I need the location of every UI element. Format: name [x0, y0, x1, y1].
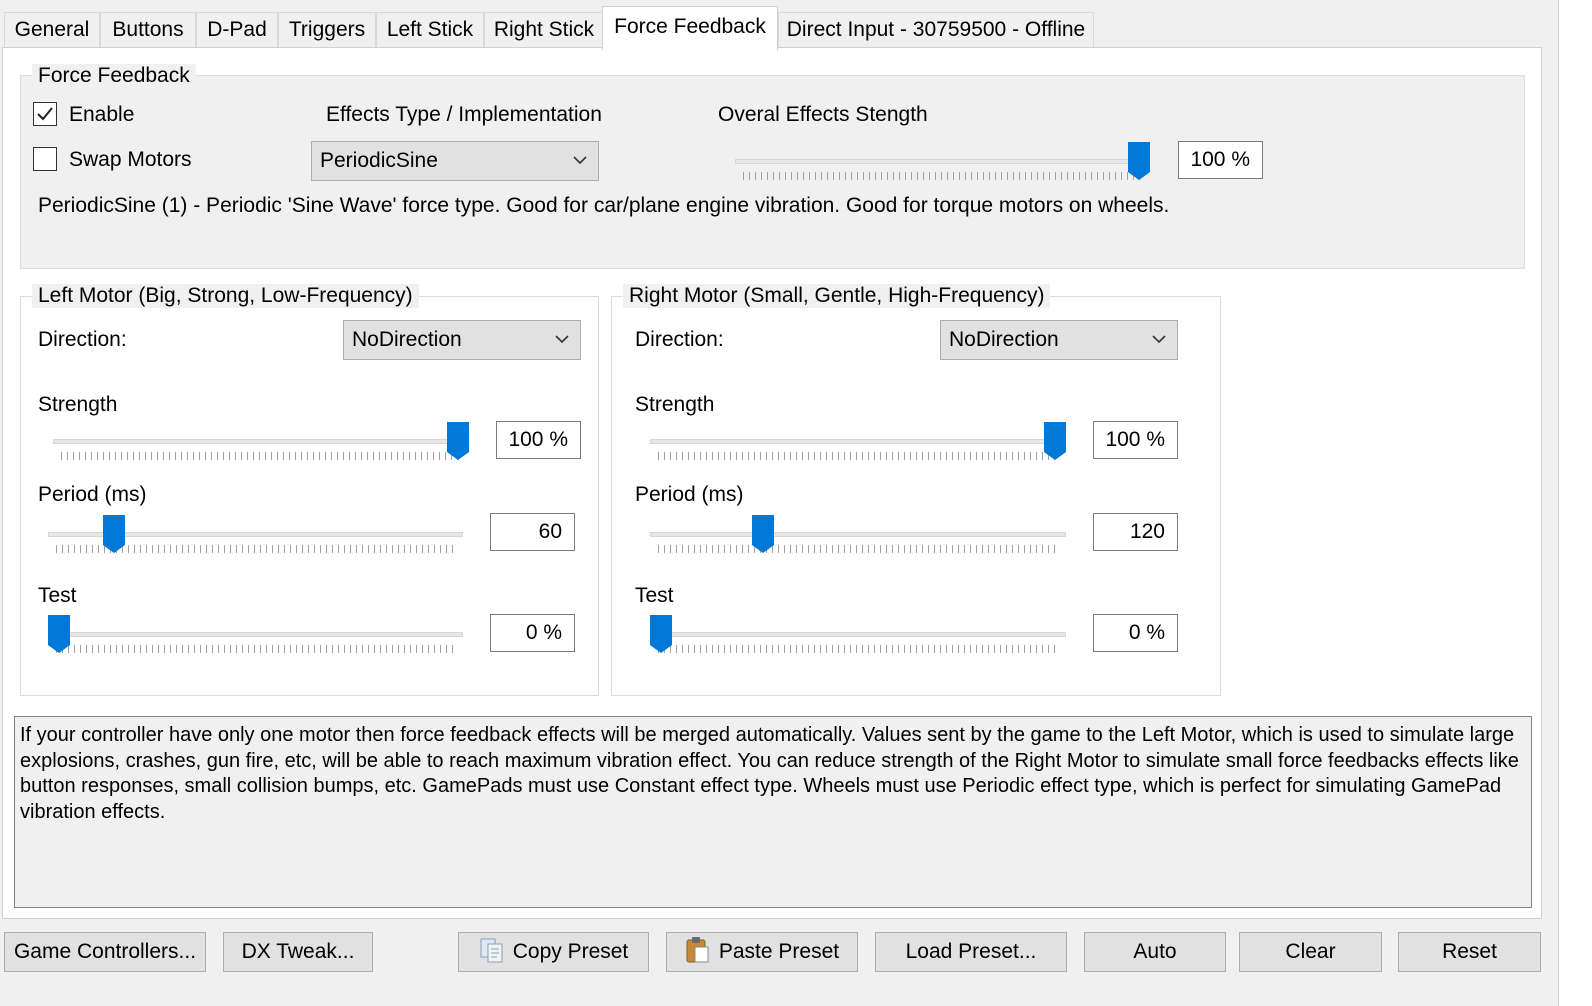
help-textbox[interactable]: If your controller have only one motor t…	[14, 716, 1532, 908]
left-strength-label: Strength	[38, 393, 118, 416]
paste-preset-label: Paste Preset	[718, 940, 840, 963]
effect-description: PeriodicSine (1) - Periodic 'Sine Wave' …	[38, 194, 1170, 217]
right-strength-value[interactable]: 100 %	[1093, 421, 1178, 459]
right-test-label: Test	[635, 584, 674, 607]
copy-preset-label: Copy Preset	[512, 940, 629, 963]
reset-button[interactable]: Reset	[1398, 932, 1541, 972]
left-direction-value: NoDirection	[352, 328, 462, 351]
tab-right-stick[interactable]: Right Stick	[484, 12, 604, 48]
check-icon	[37, 107, 53, 121]
left-period-value[interactable]: 60	[490, 513, 575, 551]
slider-thumb[interactable]	[1044, 422, 1066, 460]
auto-button[interactable]: Auto	[1084, 932, 1226, 972]
overall-strength-slider[interactable]	[735, 142, 1150, 186]
copy-icon	[480, 938, 503, 963]
left-period-slider[interactable]	[48, 515, 463, 559]
force-feedback-group-title: Force Feedback	[32, 64, 196, 88]
right-period-value[interactable]: 120	[1093, 513, 1178, 551]
right-direction-value: NoDirection	[949, 328, 1059, 351]
chevron-down-icon	[573, 156, 587, 165]
left-strength-value[interactable]: 100 %	[496, 421, 581, 459]
enable-checkbox[interactable]	[33, 102, 57, 126]
enable-label[interactable]: Enable	[69, 102, 134, 128]
right-strength-label: Strength	[635, 393, 715, 416]
dx-tweak-button[interactable]: DX Tweak...	[223, 932, 373, 972]
slider-thumb[interactable]	[447, 422, 469, 460]
window-edge	[1558, 0, 1592, 1006]
swap-motors-checkbox[interactable]	[33, 147, 57, 171]
slider-thumb[interactable]	[650, 615, 672, 653]
slider-thumb[interactable]	[48, 615, 70, 653]
swap-motors-label[interactable]: Swap Motors	[69, 147, 192, 173]
tab-triggers[interactable]: Triggers	[278, 12, 376, 48]
right-direction-label: Direction:	[635, 328, 724, 351]
clear-button[interactable]: Clear	[1239, 932, 1382, 972]
tab-dpad[interactable]: D-Pad	[196, 12, 278, 48]
chevron-down-icon	[555, 335, 569, 344]
tab-direct-input[interactable]: Direct Input - 30759500 - Offline	[778, 12, 1094, 48]
tab-left-stick[interactable]: Left Stick	[376, 12, 484, 48]
right-period-slider[interactable]	[650, 515, 1066, 559]
left-motor-title: Left Motor (Big, Strong, Low-Frequency)	[32, 284, 419, 308]
paste-icon	[686, 937, 709, 963]
game-controllers-button[interactable]: Game Controllers...	[4, 932, 206, 972]
slider-thumb[interactable]	[752, 515, 775, 553]
left-period-label: Period (ms)	[38, 483, 147, 506]
tab-buttons[interactable]: Buttons	[100, 12, 196, 48]
right-period-label: Period (ms)	[635, 483, 744, 506]
right-test-slider[interactable]	[650, 615, 1066, 659]
right-test-value[interactable]: 0 %	[1093, 614, 1178, 652]
effects-type-value: PeriodicSine	[320, 149, 438, 172]
tab-general[interactable]: General	[4, 12, 100, 48]
paste-preset-button[interactable]: Paste Preset	[666, 932, 858, 972]
left-direction-label: Direction:	[38, 328, 127, 351]
slider-thumb[interactable]	[1128, 142, 1150, 180]
left-test-label: Test	[38, 584, 77, 607]
copy-preset-button[interactable]: Copy Preset	[458, 932, 649, 972]
left-test-slider[interactable]	[48, 615, 463, 659]
effects-type-dropdown[interactable]: PeriodicSine	[311, 141, 599, 181]
left-test-value[interactable]: 0 %	[490, 614, 575, 652]
left-direction-dropdown[interactable]: NoDirection	[343, 320, 581, 360]
slider-thumb[interactable]	[103, 515, 126, 553]
left-strength-slider[interactable]	[53, 422, 469, 466]
right-motor-title: Right Motor (Small, Gentle, High-Frequen…	[623, 284, 1051, 308]
effects-type-label: Effects Type / Implementation	[326, 103, 602, 126]
load-preset-button[interactable]: Load Preset...	[875, 932, 1067, 972]
tab-force-feedback[interactable]: Force Feedback	[602, 6, 778, 50]
overall-strength-value[interactable]: 100 %	[1178, 141, 1263, 179]
right-strength-slider[interactable]	[650, 422, 1066, 466]
right-direction-dropdown[interactable]: NoDirection	[940, 320, 1178, 360]
chevron-down-icon	[1152, 335, 1166, 344]
overall-strength-label: Overal Effects Stength	[718, 103, 928, 126]
